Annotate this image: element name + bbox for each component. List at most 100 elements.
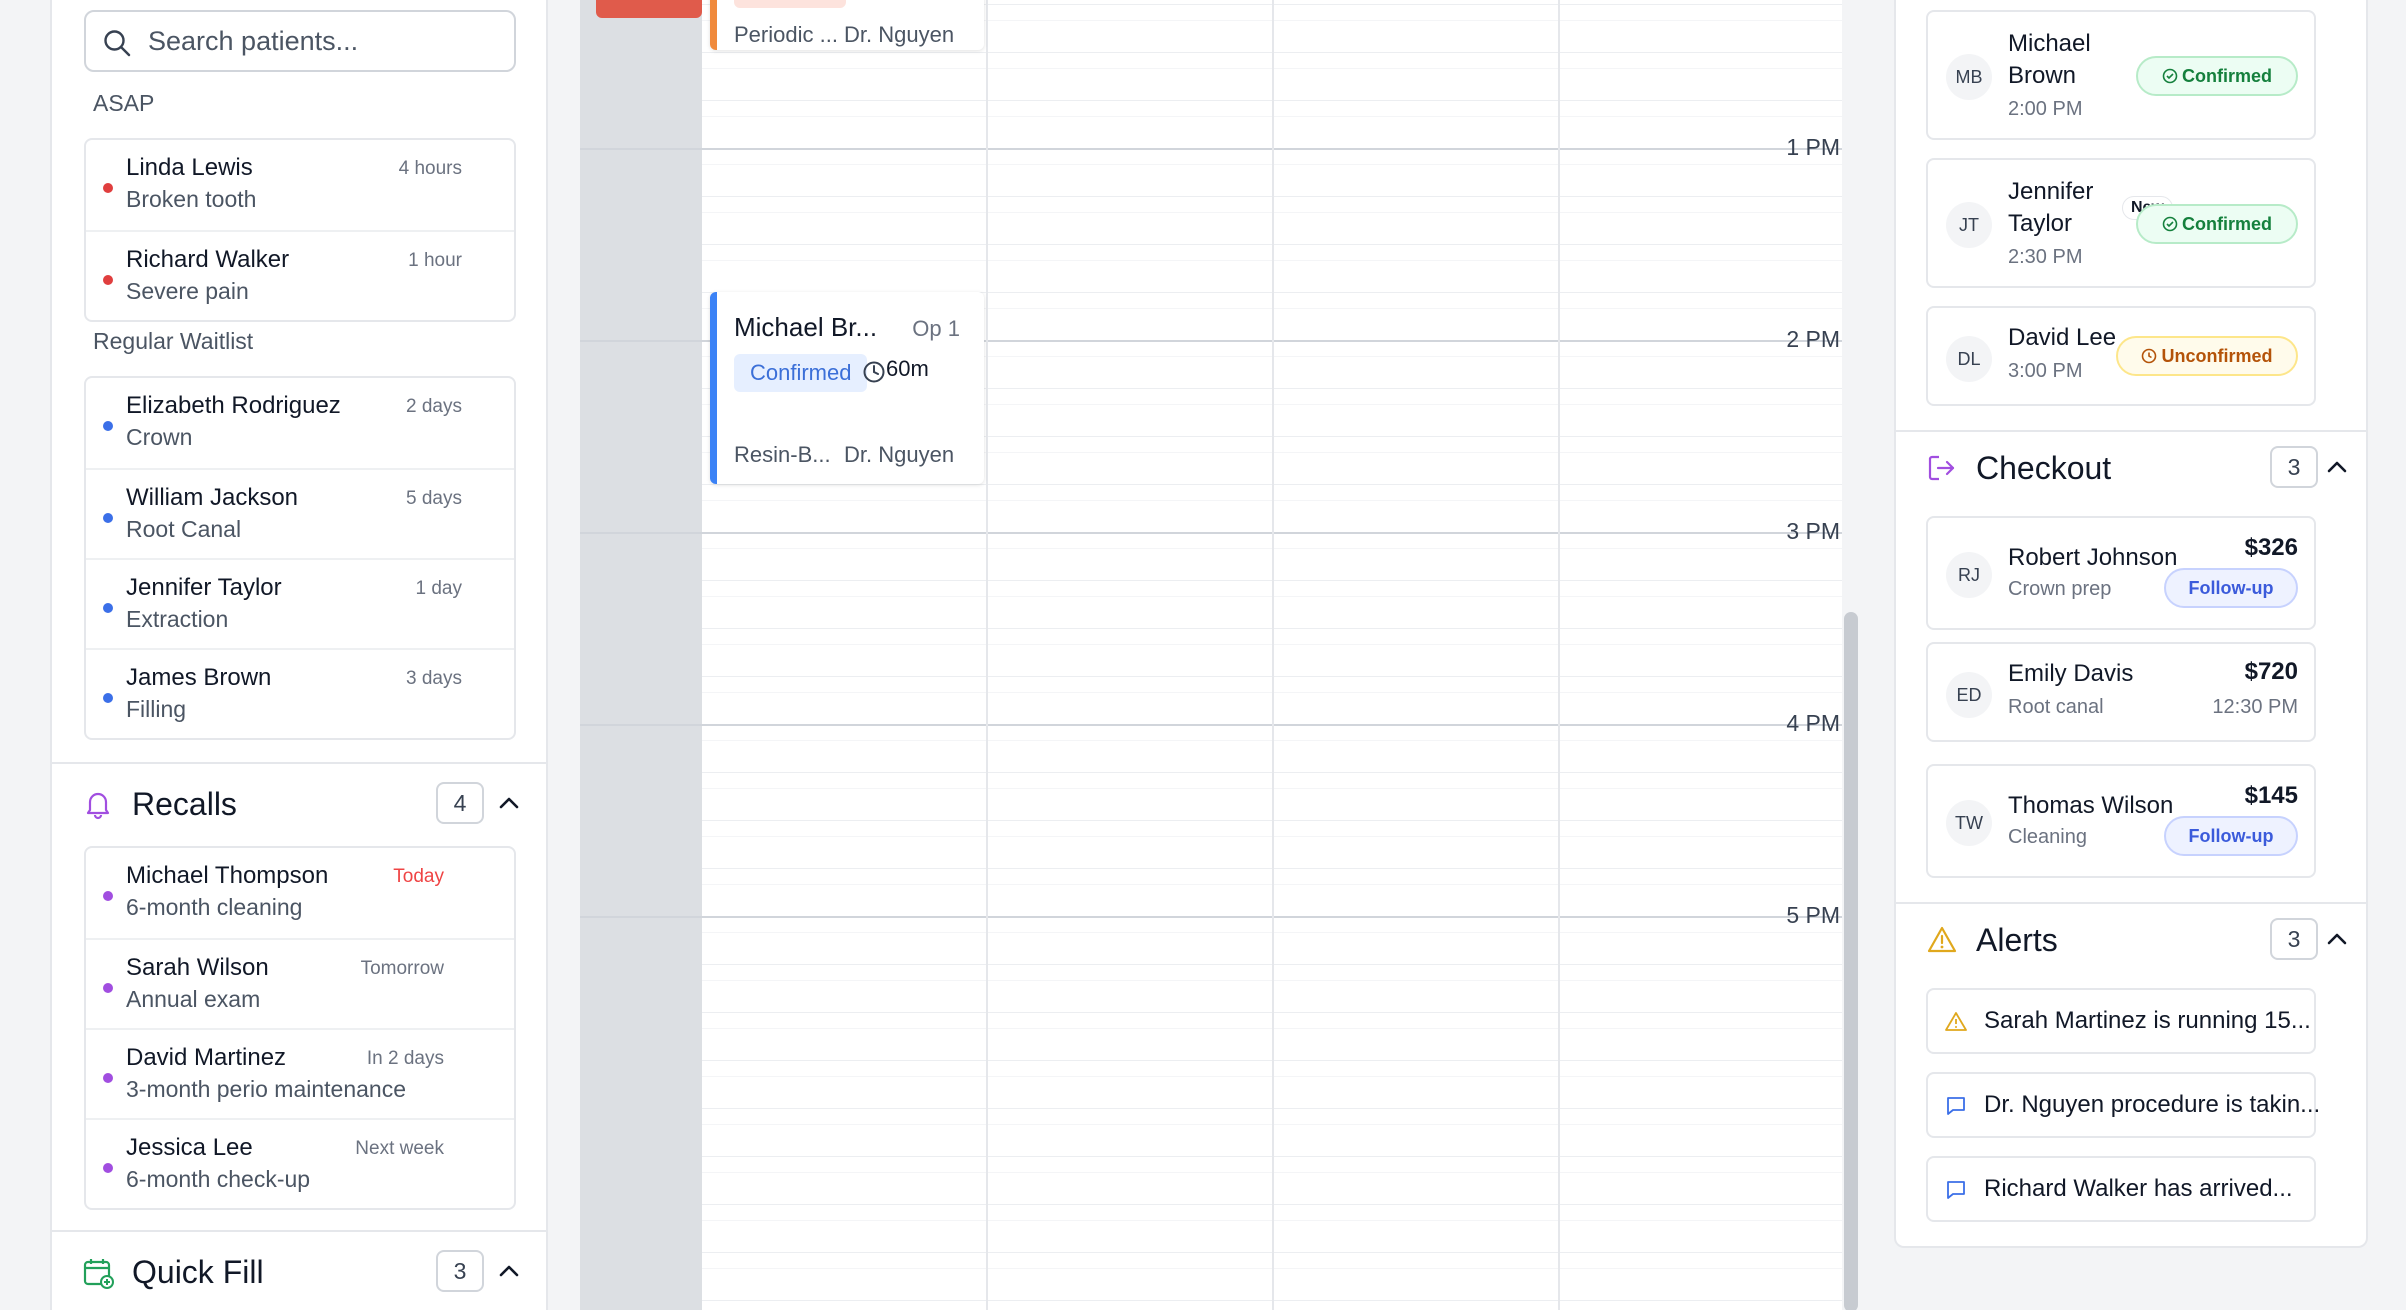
patient-name: Emily Davis	[2008, 660, 2134, 687]
scrollbar-thumb[interactable]	[1844, 612, 1858, 1310]
recall-due: In 2 days	[366, 1048, 444, 1069]
warning-icon	[1927, 926, 1957, 953]
list-item[interactable]: Jessica Lee 6-month check-up Next week	[86, 1118, 514, 1208]
divider	[52, 762, 546, 764]
recall-reason: Annual exam	[126, 986, 261, 1012]
recall-reason: 6-month check-up	[126, 1166, 311, 1192]
patient-name-last: Brown	[2008, 62, 2077, 89]
appointment-duration: 60m	[886, 356, 929, 381]
hour-line	[580, 916, 1842, 918]
list-item[interactable]: James Brown Filling 3 days	[86, 648, 514, 738]
operatory-column-divider	[986, 0, 988, 1310]
checkout-card[interactable]: RJ Robert Johnson Crown prep $326 Follow…	[1926, 516, 2316, 630]
search-box[interactable]	[84, 10, 516, 72]
arrival-card[interactable]: JT Jennifer Taylor 2:30 PM New Confirmed	[1926, 158, 2316, 288]
list-item[interactable]: Sarah Wilson Annual exam Tomorrow	[86, 938, 514, 1028]
appointment-card[interactable]: Periodic ... Dr. Nguyen	[710, 0, 984, 50]
patient-reason: Broken tooth	[126, 186, 257, 212]
recall-dot	[103, 1073, 113, 1083]
divider	[52, 1230, 546, 1232]
status-badge[interactable]: Confirmed	[2136, 204, 2298, 244]
schedule-grid[interactable]: 1 PM 2 PM 3 PM 4 PM 5 PM Periodic ... Dr…	[580, 0, 1860, 1310]
alert-text: Dr. Nguyen procedure is takin...	[1984, 1091, 2321, 1118]
alerts-title: Alerts	[1976, 922, 2058, 958]
priority-dot	[103, 513, 113, 523]
priority-dot	[103, 275, 113, 285]
list-item[interactable]: Elizabeth Rodriguez Crown 2 days	[86, 378, 514, 468]
quick-fill-header[interactable]: Quick Fill 3	[82, 1248, 522, 1298]
patient-name: Jessica Lee	[126, 1134, 253, 1161]
patient-reason: Root Canal	[126, 516, 242, 542]
list-item[interactable]: Linda Lewis Broken tooth 4 hours	[86, 140, 514, 230]
warning-icon	[1945, 1012, 1967, 1031]
wait-time: 1 hour	[408, 250, 462, 271]
status-badge[interactable]: Unconfirmed	[2116, 336, 2298, 376]
recalls-count: 4	[436, 782, 484, 824]
chevron-up-icon[interactable]	[496, 1258, 522, 1284]
logout-icon	[1928, 455, 1955, 481]
priority-dot	[103, 603, 113, 613]
appointment-color-bar	[710, 292, 717, 484]
patient-name: James Brown	[126, 664, 272, 691]
quick-fill-title: Quick Fill	[132, 1254, 264, 1290]
status-label: Confirmed	[2182, 214, 2272, 234]
divider	[1896, 902, 2366, 904]
list-item[interactable]: Michael Thompson 6-month cleaning Today	[86, 848, 514, 938]
appointment-card[interactable]: Michael Br... Op 1 Confirmed 60m Resin-B…	[710, 292, 984, 484]
list-item[interactable]: Richard Walker Severe pain 1 hour	[86, 230, 514, 320]
alerts-header[interactable]: Alerts 3	[1926, 912, 2347, 962]
checkout-card[interactable]: TW Thomas Wilson Cleaning $145 Follow-up	[1926, 764, 2316, 878]
quick-fill-count: 3	[436, 1250, 484, 1292]
recalls-title: Recalls	[132, 786, 237, 822]
alerts-count: 3	[2270, 918, 2318, 960]
recall-reason: 3-month perio maintenance	[126, 1076, 406, 1102]
wait-time: 4 hours	[398, 158, 462, 179]
message-icon	[1947, 1097, 1965, 1115]
recall-due: Next week	[355, 1138, 444, 1159]
time-column	[580, 0, 702, 1310]
asap-list: Linda Lewis Broken tooth 4 hours Richard…	[84, 138, 516, 322]
calendar-plus-icon	[83, 1259, 114, 1289]
list-item[interactable]: Jennifer Taylor Extraction 1 day	[86, 558, 514, 648]
recall-due: Today	[393, 866, 444, 887]
waitlist-panel: ASAP Linda Lewis Broken tooth 4 hours Ri…	[50, 0, 548, 1310]
status-label: Unconfirmed	[2161, 346, 2273, 366]
list-item[interactable]: William Jackson Root Canal 5 days	[86, 468, 514, 558]
avatar: DL	[1946, 336, 1992, 382]
hour-line	[580, 724, 1842, 726]
follow-up-button[interactable]: Follow-up	[2164, 816, 2298, 856]
search-input[interactable]	[148, 22, 498, 60]
avatar: ED	[1946, 672, 1992, 718]
chevron-up-icon[interactable]	[2324, 926, 2350, 952]
regular-waitlist-label: Regular Waitlist	[93, 328, 254, 354]
checkout-card[interactable]: ED Emily Davis Root canal $720 12:30 PM	[1926, 642, 2316, 742]
wait-time: 1 day	[415, 578, 462, 599]
checkout-count: 3	[2270, 446, 2318, 488]
chevron-up-icon[interactable]	[496, 790, 522, 816]
recall-due: Tomorrow	[360, 958, 444, 979]
status-badge[interactable]: Confirmed	[2136, 56, 2298, 96]
list-item[interactable]: David Martinez 3-month perio maintenance…	[86, 1028, 514, 1118]
follow-up-button[interactable]: Follow-up	[2164, 568, 2298, 608]
checkout-time: 12:30 PM	[2212, 696, 2298, 718]
arrival-card[interactable]: MB Michael Brown 2:00 PM Confirmed	[1926, 10, 2316, 140]
patient-name: Robert Johnson	[2008, 544, 2178, 571]
chevron-up-icon[interactable]	[2324, 454, 2350, 480]
alert-item[interactable]: Richard Walker has arrived...	[1926, 1156, 2316, 1222]
sidebar-right: MB Michael Brown 2:00 PM Confirmed JT Je…	[1894, 0, 2368, 1248]
wait-time: 5 days	[406, 488, 462, 509]
clock-icon	[863, 361, 885, 383]
recalls-header[interactable]: Recalls 4	[82, 780, 522, 830]
alert-item[interactable]: Sarah Martinez is running 15...	[1926, 988, 2316, 1054]
alert-item[interactable]: Dr. Nguyen procedure is takin...	[1926, 1072, 2320, 1138]
patient-reason: Severe pain	[126, 278, 249, 304]
arrival-card[interactable]: DL David Lee 3:00 PM Unconfirmed	[1926, 306, 2316, 406]
wait-time: 2 days	[406, 396, 462, 417]
procedure-label: Root canal	[2008, 696, 2104, 718]
priority-dot	[103, 183, 113, 193]
clock-icon	[2142, 348, 2157, 364]
balance-amount: $145	[2244, 782, 2298, 809]
checkout-header[interactable]: Checkout 3	[1926, 440, 2347, 490]
priority-dot	[103, 693, 113, 703]
patient-name: David Martinez	[126, 1044, 287, 1071]
